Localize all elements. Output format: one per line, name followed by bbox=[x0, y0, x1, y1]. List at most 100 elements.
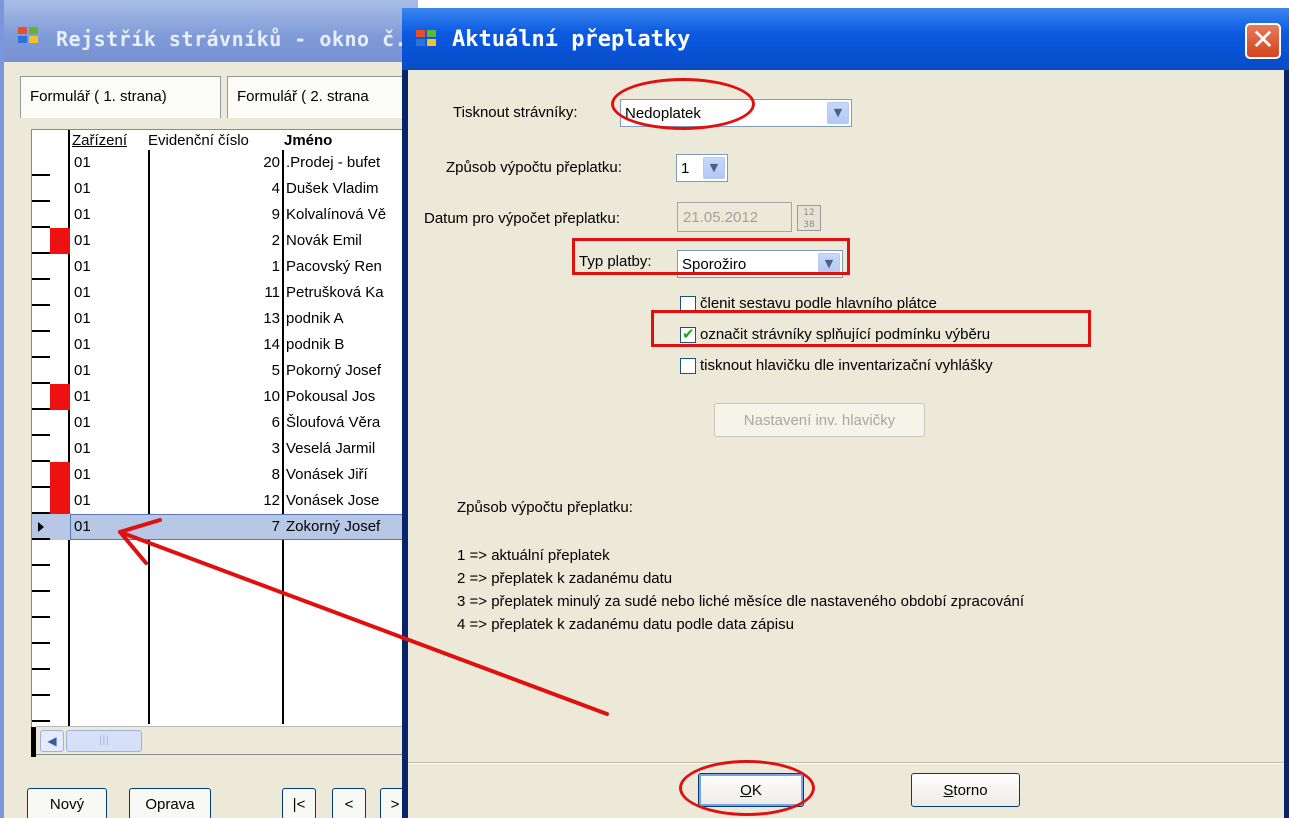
header-jmeno[interactable]: Jméno bbox=[284, 132, 332, 149]
header-evidencni-cislo[interactable]: Evidenční číslo bbox=[148, 132, 249, 149]
close-icon[interactable]: ✕ bbox=[1245, 23, 1281, 59]
cell-evidencni-cislo: 9 bbox=[271, 206, 280, 223]
print-header-label[interactable]: tisknout hlavičku dle inventarizační vyh… bbox=[700, 357, 993, 374]
annotation-rect-payment-type bbox=[572, 238, 850, 275]
red-flag-fill bbox=[50, 384, 70, 410]
cell-evidencni-cislo: 4 bbox=[271, 180, 280, 197]
new-button[interactable]: Nový bbox=[27, 788, 107, 818]
table-row[interactable]: 01 1 Pacovský Ren bbox=[32, 254, 410, 280]
row-indicator bbox=[32, 280, 70, 306]
cell-evidencni-cislo: 11 bbox=[264, 284, 280, 301]
row-indicator bbox=[32, 358, 70, 384]
calc-info-line-1: 1 => aktuální přeplatek bbox=[457, 547, 610, 564]
cell-jmeno: .Prodej - bufet bbox=[286, 154, 381, 171]
scrollbar-edge bbox=[31, 727, 36, 757]
table-row[interactable]: 01 14 podnik B bbox=[32, 332, 410, 358]
cell-evidencni-cislo: 7 bbox=[271, 518, 280, 535]
table-row[interactable]: 01 2 Novák Emil bbox=[32, 228, 410, 254]
current-overpayments-dialog: Aktuální přeplatky ✕ Tisknout strávníky:… bbox=[402, 8, 1289, 818]
cell-jmeno: podnik A bbox=[286, 310, 344, 327]
cell-zarizeni: 01 bbox=[74, 492, 91, 509]
chevron-down-icon[interactable]: ▼ bbox=[703, 157, 725, 179]
header-zarizeni[interactable]: Zařízení bbox=[72, 132, 127, 149]
cell-zarizeni: 01 bbox=[74, 362, 91, 379]
annotation-ellipse-ok bbox=[679, 760, 815, 816]
table-row[interactable]: 01 5 Pokorný Josef bbox=[32, 358, 410, 384]
dialog-title: Aktuální přeplatky bbox=[452, 27, 691, 52]
edit-button[interactable]: Oprava bbox=[129, 788, 211, 818]
cell-evidencni-cislo: 10 bbox=[263, 388, 280, 405]
empty-row bbox=[32, 540, 410, 566]
row-indicator bbox=[32, 306, 70, 332]
empty-row bbox=[32, 592, 410, 618]
cell-evidencni-cislo: 12 bbox=[263, 492, 280, 509]
dialog-titlebar[interactable]: Aktuální přeplatky ✕ bbox=[402, 8, 1289, 70]
row-indicator bbox=[32, 696, 70, 722]
first-record-button[interactable]: |< bbox=[282, 788, 316, 818]
dialog-body: Tisknout strávníky: Nedoplatek ▼ Způsob … bbox=[408, 70, 1284, 818]
red-flag-fill bbox=[50, 462, 70, 488]
table-row[interactable]: 01 3 Veselá Jarmil bbox=[32, 436, 410, 462]
table-row[interactable]: 01 11 Petrušková Ka bbox=[32, 280, 410, 306]
row-indicator bbox=[32, 150, 70, 176]
row-indicator bbox=[32, 436, 70, 462]
print-diners-label: Tisknout strávníky: bbox=[453, 104, 578, 121]
cell-jmeno: Vonásek Jiří bbox=[286, 466, 368, 483]
empty-row bbox=[32, 696, 410, 722]
red-flag-fill bbox=[50, 228, 70, 254]
row-indicator bbox=[32, 592, 70, 618]
calc-method-select[interactable]: 1 ▼ bbox=[676, 154, 728, 182]
cell-evidencni-cislo: 6 bbox=[271, 414, 280, 431]
cell-zarizeni: 01 bbox=[74, 284, 91, 301]
tab-form-page-2[interactable]: Formulář ( 2. strana bbox=[227, 76, 427, 118]
annotation-rect-mark-diners bbox=[651, 310, 1091, 347]
background-window: Rejstřík strávníků - okno č.2 Formulář (… bbox=[0, 0, 427, 818]
table-row[interactable]: 01 8 Vonásek Jiří bbox=[32, 462, 410, 488]
cell-evidencni-cislo: 20 bbox=[263, 154, 280, 171]
table-row[interactable]: 01 9 Kolvalínová Vě bbox=[32, 202, 410, 228]
chevron-down-icon[interactable]: ▼ bbox=[827, 102, 849, 124]
empty-row bbox=[32, 618, 410, 644]
cancel-button[interactable]: Storno bbox=[911, 773, 1020, 807]
row-indicator bbox=[32, 618, 70, 644]
row-indicator bbox=[32, 202, 70, 228]
table-row[interactable]: 01 13 podnik A bbox=[32, 306, 410, 332]
table-row[interactable]: 01 12 Vonásek Jose bbox=[32, 488, 410, 514]
cell-evidencni-cislo: 1 bbox=[271, 258, 280, 275]
cell-jmeno: Vonásek Jose bbox=[286, 492, 380, 509]
cell-jmeno: Dušek Vladim bbox=[286, 180, 379, 197]
table-row[interactable]: 01 10 Pokousal Jos bbox=[32, 384, 410, 410]
empty-row bbox=[32, 644, 410, 670]
background-window-titlebar[interactable]: Rejstřík strávníků - okno č.2 bbox=[4, 0, 419, 62]
calc-date-label: Datum pro výpočet přeplatku: bbox=[424, 210, 620, 227]
table-row[interactable]: 01 6 Šloufová Věra bbox=[32, 410, 410, 436]
empty-row bbox=[32, 566, 410, 592]
calc-info-title: Způsob výpočtu přeplatku: bbox=[457, 499, 633, 516]
horizontal-scrollbar[interactable]: ◀ ||| bbox=[36, 726, 408, 754]
table-row[interactable]: 01 20 .Prodej - bufet bbox=[32, 150, 410, 176]
tab-form-page-1[interactable]: Formulář ( 1. strana) bbox=[20, 76, 221, 118]
prev-record-button[interactable]: < bbox=[332, 788, 366, 818]
app-logo-icon bbox=[18, 27, 40, 45]
header-settings-button[interactable]: Nastavení inv. hlavičky bbox=[714, 403, 925, 437]
cell-evidencni-cislo: 8 bbox=[271, 466, 280, 483]
diners-grid[interactable]: Zařízení Evidenční číslo Jméno 01 20 .Prod… bbox=[31, 129, 411, 755]
print-header-checkbox[interactable] bbox=[680, 358, 696, 374]
cell-zarizeni: 01 bbox=[74, 388, 91, 405]
annotation-ellipse-print-select bbox=[611, 78, 755, 130]
table-row[interactable]: 01 4 Dušek Vladim bbox=[32, 176, 410, 202]
scroll-thumb[interactable]: ||| bbox=[66, 730, 142, 752]
calc-method-value: 1 bbox=[681, 160, 690, 177]
scroll-left-icon[interactable]: ◀ bbox=[40, 730, 64, 752]
cell-zarizeni: 01 bbox=[74, 440, 91, 457]
cell-jmeno: Kolvalínová Vě bbox=[286, 206, 387, 223]
grid-header-row: Zařízení Evidenční číslo Jméno bbox=[70, 130, 410, 150]
row-flag-marker bbox=[32, 384, 70, 410]
cell-jmeno: podnik B bbox=[286, 336, 345, 353]
button-bar-divider bbox=[408, 762, 1284, 764]
row-indicator bbox=[32, 410, 70, 436]
table-row[interactable]: 01 7 Zokorný Josef bbox=[32, 514, 410, 540]
row-indicator bbox=[32, 514, 70, 540]
calc-date-value: 21.05.2012 bbox=[683, 209, 759, 226]
row-flag-marker bbox=[32, 462, 70, 488]
